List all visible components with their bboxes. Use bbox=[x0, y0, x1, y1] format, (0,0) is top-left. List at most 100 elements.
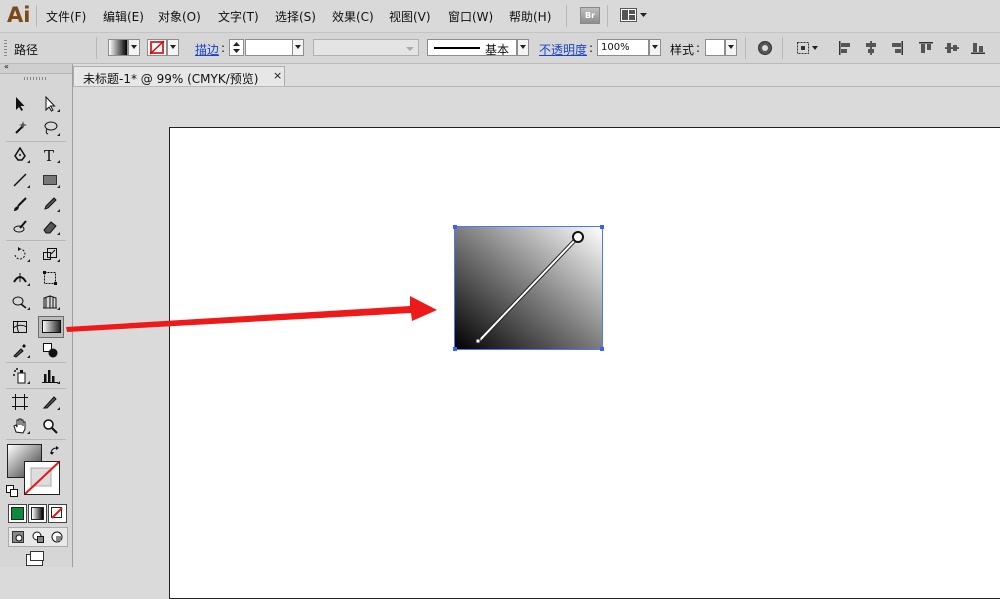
recolor-artwork-icon[interactable] bbox=[757, 40, 773, 56]
stroke-weight-stepper[interactable] bbox=[229, 39, 244, 56]
tool-flyout-indicator bbox=[27, 259, 30, 262]
panel-grip[interactable] bbox=[24, 77, 46, 80]
menu-edit[interactable]: 编辑(E) bbox=[103, 8, 144, 25]
gradient-rectangle[interactable] bbox=[454, 226, 603, 350]
selection-tool[interactable] bbox=[9, 94, 31, 114]
lasso-icon bbox=[44, 121, 58, 135]
paintbrush-tool[interactable] bbox=[9, 194, 31, 214]
none-mode-button[interactable] bbox=[48, 504, 67, 523]
column-graph-icon bbox=[42, 370, 58, 383]
brush-definition-label: 基本 bbox=[485, 43, 510, 57]
blob-brush-tool[interactable] bbox=[9, 217, 31, 237]
align-right-icon[interactable] bbox=[890, 41, 904, 55]
scale-tool[interactable] bbox=[39, 244, 61, 264]
zoom-tool[interactable] bbox=[39, 416, 61, 436]
rectangle-tool[interactable] bbox=[39, 170, 61, 190]
width-tool[interactable] bbox=[9, 268, 31, 288]
tools-panel-header[interactable]: « bbox=[0, 62, 72, 74]
pen-tool[interactable] bbox=[9, 145, 31, 165]
tool-divider bbox=[6, 388, 66, 389]
tool-flyout-indicator bbox=[57, 160, 60, 163]
align-vertical-center-icon[interactable] bbox=[945, 41, 959, 55]
fill-swatch[interactable] bbox=[108, 39, 128, 56]
menu-type[interactable]: 文字(T) bbox=[218, 8, 259, 25]
lasso-tool[interactable] bbox=[39, 118, 61, 138]
rotate-tool[interactable] bbox=[9, 244, 31, 264]
artboard[interactable] bbox=[169, 127, 1000, 599]
stroke-color-swatch[interactable] bbox=[24, 461, 60, 495]
bridge-button[interactable]: Br bbox=[580, 7, 600, 24]
opacity-dropdown[interactable] bbox=[649, 39, 661, 56]
perspective-grid-tool[interactable] bbox=[39, 292, 61, 312]
tool-flyout-indicator bbox=[57, 407, 60, 410]
stroke-weight-input[interactable] bbox=[245, 39, 293, 56]
selection-handle[interactable] bbox=[600, 225, 604, 229]
menu-view[interactable]: 视图(V) bbox=[389, 8, 431, 25]
menu-divider bbox=[607, 5, 608, 27]
gradient-mode-button[interactable] bbox=[28, 504, 47, 523]
line-segment-tool[interactable] bbox=[9, 170, 31, 190]
menu-help[interactable]: 帮助(H) bbox=[509, 8, 551, 25]
type-tool[interactable]: T bbox=[39, 145, 61, 165]
arrange-documents-button[interactable] bbox=[620, 8, 648, 23]
graphic-style-dropdown[interactable] bbox=[725, 39, 737, 56]
eraser-tool[interactable] bbox=[39, 217, 61, 237]
swap-fill-stroke-icon[interactable] bbox=[49, 445, 61, 457]
shape-builder-tool[interactable] bbox=[9, 292, 31, 312]
eyedropper-tool[interactable] bbox=[9, 340, 31, 360]
variable-width-profile[interactable] bbox=[313, 39, 419, 56]
draw-inside-icon[interactable] bbox=[51, 531, 63, 543]
align-bottom-icon[interactable] bbox=[971, 41, 985, 55]
color-mode-button[interactable] bbox=[8, 504, 27, 523]
draw-normal-icon[interactable] bbox=[12, 531, 24, 543]
menu-object[interactable]: 对象(O) bbox=[158, 8, 201, 25]
pen-icon bbox=[14, 147, 26, 161]
selection-handle[interactable] bbox=[600, 347, 604, 351]
draw-behind-icon[interactable] bbox=[32, 531, 44, 543]
gradient-tool[interactable] bbox=[38, 316, 64, 338]
screen-mode-icon[interactable] bbox=[24, 550, 46, 566]
stroke-weight-dropdown[interactable] bbox=[292, 39, 304, 56]
column-graph-tool[interactable] bbox=[39, 366, 61, 386]
default-fill-stroke-icon[interactable] bbox=[6, 485, 18, 497]
align-horizontal-center-icon[interactable] bbox=[864, 41, 878, 55]
graphic-style-swatch[interactable] bbox=[705, 39, 725, 56]
opacity-input[interactable]: 100% bbox=[597, 39, 649, 56]
perspective-grid-icon bbox=[43, 295, 57, 309]
fill-dropdown[interactable] bbox=[128, 39, 140, 56]
brush-definition[interactable]: 基本 bbox=[427, 39, 517, 57]
hand-tool[interactable] bbox=[9, 416, 31, 436]
transform-reference-icon[interactable] bbox=[796, 41, 820, 55]
panel-grip[interactable] bbox=[4, 40, 7, 56]
menu-file[interactable]: 文件(F) bbox=[46, 8, 86, 25]
slice-tool[interactable] bbox=[39, 392, 61, 412]
close-tab-icon[interactable]: × bbox=[273, 69, 282, 82]
control-bar: 路径 描边 : 基本 不透明度 : 100% 样式 : bbox=[0, 33, 1000, 64]
stroke-colon: : bbox=[221, 41, 226, 55]
stroke-label[interactable]: 描边 bbox=[195, 41, 219, 58]
symbol-sprayer-tool[interactable] bbox=[9, 366, 31, 386]
opacity-label[interactable]: 不透明度 bbox=[539, 41, 587, 58]
pencil-tool[interactable] bbox=[39, 194, 61, 214]
stroke-dropdown[interactable] bbox=[167, 39, 179, 56]
hand-icon bbox=[13, 418, 26, 434]
collapse-panel-icon[interactable]: « bbox=[4, 62, 9, 71]
selection-type-label: 路径 bbox=[14, 43, 39, 57]
document-tab[interactable]: 未标题-1* @ 99% (CMYK/预览) × bbox=[73, 66, 285, 86]
artboard-tool[interactable] bbox=[9, 392, 31, 412]
direct-selection-tool[interactable] bbox=[39, 94, 61, 114]
menu-window[interactable]: 窗口(W) bbox=[448, 8, 493, 25]
align-top-icon[interactable] bbox=[919, 41, 933, 55]
stroke-swatch[interactable] bbox=[147, 39, 167, 56]
magic-wand-tool[interactable] bbox=[9, 118, 31, 138]
align-left-icon[interactable] bbox=[838, 41, 852, 55]
control-divider bbox=[96, 37, 97, 59]
menu-select[interactable]: 选择(S) bbox=[275, 8, 316, 25]
menu-effect[interactable]: 效果(C) bbox=[332, 8, 374, 25]
selection-handle[interactable] bbox=[453, 347, 457, 351]
blend-tool[interactable] bbox=[39, 340, 61, 360]
selection-handle[interactable] bbox=[453, 225, 457, 229]
mesh-tool[interactable] bbox=[9, 317, 31, 337]
free-transform-tool[interactable] bbox=[39, 268, 61, 288]
brush-definition-dropdown[interactable] bbox=[517, 39, 529, 56]
